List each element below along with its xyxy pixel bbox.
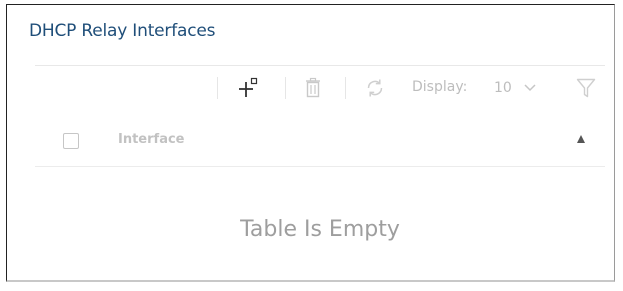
empty-table-message: Table Is Empty [240, 217, 400, 242]
filter-icon [576, 78, 596, 98]
display-count-value: 10 [494, 80, 512, 96]
delete-button[interactable] [300, 74, 326, 102]
add-icon [239, 77, 258, 97]
add-button[interactable] [235, 74, 261, 102]
select-all-checkbox[interactable] [63, 133, 79, 149]
toolbar-separator [217, 77, 218, 99]
column-header-interface[interactable]: Interface [118, 132, 185, 147]
title-divider [35, 65, 605, 66]
display-label: Display: [412, 79, 468, 95]
panel-title: DHCP Relay Interfaces [29, 21, 216, 41]
delete-icon [306, 77, 320, 98]
toolbar-separator [285, 77, 286, 99]
toolbar-separator [345, 77, 346, 99]
sort-ascending-icon[interactable] [577, 135, 585, 143]
display-count-select[interactable]: 10 [494, 77, 550, 99]
filter-button[interactable] [573, 74, 599, 102]
chevron-down-icon [524, 84, 536, 92]
refresh-icon [367, 79, 383, 97]
refresh-button[interactable] [362, 74, 388, 102]
